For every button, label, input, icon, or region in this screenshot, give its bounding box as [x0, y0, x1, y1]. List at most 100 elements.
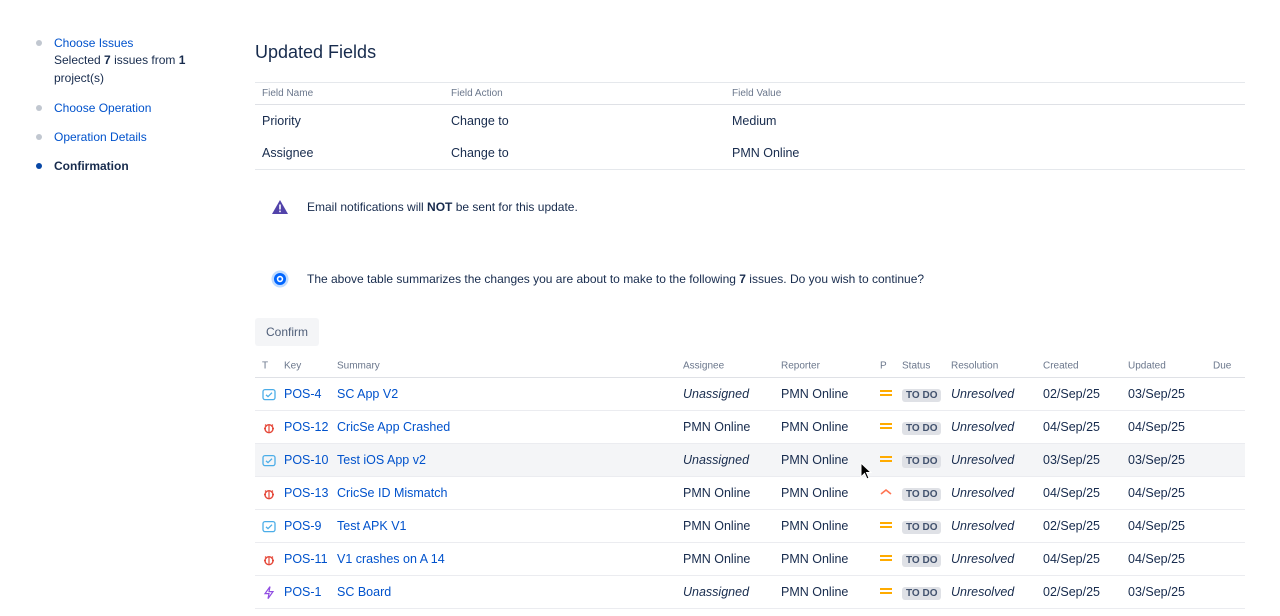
step-label[interactable]: Choose Operation [54, 101, 224, 116]
issue-resolution: Unresolved [951, 519, 1015, 533]
step-choose-operation[interactable]: Choose Operation [34, 101, 224, 116]
confirm-button[interactable]: Confirm [255, 318, 319, 346]
task-icon [262, 387, 276, 402]
issue-resolution: Unresolved [951, 453, 1015, 467]
issue-updated: 04/Sep/25 [1128, 420, 1185, 434]
header-key[interactable]: Key [284, 360, 301, 371]
status-lozenge: TO DO [902, 488, 942, 501]
header-field-value: Field Value [732, 88, 782, 99]
status-lozenge: TO DO [902, 521, 942, 534]
updated-fields-table: Field Name Field Action Field Value Prio… [255, 82, 1245, 170]
email-notice: Email notifications will NOT be sent for… [255, 198, 578, 216]
issue-reporter: PMN Online [781, 519, 849, 533]
header-updated[interactable]: Updated [1128, 360, 1166, 371]
header-summary[interactable]: Summary [337, 360, 380, 371]
status-lozenge: TO DO [902, 389, 942, 402]
issue-created: 02/Sep/25 [1043, 387, 1100, 401]
task-icon [262, 453, 276, 468]
priority-medium-icon [880, 453, 892, 467]
issue-summary-link[interactable]: CricSe App Crashed [337, 420, 450, 434]
issue-key-link[interactable]: POS-13 [284, 486, 328, 500]
step-confirmation: Confirmation [34, 159, 224, 174]
issue-summary-link[interactable]: CricSe ID Mismatch [337, 486, 447, 500]
issue-assignee: PMN Online [683, 486, 751, 500]
issue-reporter: PMN Online [781, 585, 849, 599]
issue-updated: 03/Sep/25 [1128, 387, 1185, 401]
info-icon [271, 270, 289, 288]
issue-rows: POS-4 SC App V2 Unassigned PMN Online TO DO U… [255, 378, 1245, 609]
table-row[interactable]: POS-4 SC App V2 Unassigned PMN Online TO DO U… [255, 378, 1245, 411]
warning-icon [271, 198, 289, 216]
issue-assignee: PMN Online [683, 519, 751, 533]
table-row[interactable]: POS-13 CricSe ID Mismatch PMN Online PMN On… [255, 477, 1245, 510]
header-created[interactable]: Created [1043, 360, 1079, 371]
issue-resolution: Unresolved [951, 552, 1015, 566]
header-field-action: Field Action [451, 88, 503, 99]
issue-resolution: Unresolved [951, 585, 1015, 599]
step-operation-details[interactable]: Operation Details [34, 130, 224, 145]
step-choose-issues[interactable]: Choose Issues Selected 7 issues from 1 p… [34, 36, 224, 87]
table-row[interactable]: POS-11 V1 crashes on A 14 PMN Online PMN On… [255, 543, 1245, 576]
issue-resolution: Unresolved [951, 420, 1015, 434]
field-name: Assignee [262, 146, 314, 160]
table-row[interactable]: POS-1 SC Board Unassigned PMN Online TO DO Un… [255, 576, 1245, 609]
step-dot [36, 105, 42, 111]
issue-updated: 04/Sep/25 [1128, 486, 1185, 500]
issues-table: T Key Summary Assignee Reporter P Status… [255, 354, 1245, 609]
header-assignee[interactable]: Assignee [683, 360, 724, 371]
issue-created: 04/Sep/25 [1043, 420, 1100, 434]
header-reporter[interactable]: Reporter [781, 360, 820, 371]
issue-key-link[interactable]: POS-10 [284, 453, 328, 467]
header-resolution[interactable]: Resolution [951, 360, 998, 371]
issue-updated: 03/Sep/25 [1128, 453, 1185, 467]
issue-key-link[interactable]: POS-11 [284, 552, 328, 566]
step-selection-summary: Selected 7 issues from 1 project(s) [54, 53, 186, 85]
step-label[interactable]: Choose Issues [54, 36, 224, 51]
header-status[interactable]: Status [902, 360, 930, 371]
issue-key-link[interactable]: POS-4 [284, 387, 322, 401]
table-row[interactable]: POS-10 Test iOS App v2 Unassigned PMN Onlin… [255, 444, 1245, 477]
bug-icon [262, 552, 276, 567]
table-row: Assignee Change to PMN Online [255, 137, 1245, 169]
issue-reporter: PMN Online [781, 387, 849, 401]
bug-icon [262, 420, 276, 435]
summary-notice: The above table summarizes the changes y… [255, 270, 924, 288]
header-due[interactable]: Due [1213, 360, 1231, 371]
priority-medium-icon [880, 387, 892, 401]
table-header: Field Name Field Action Field Value [255, 83, 1245, 105]
bug-icon [262, 486, 276, 501]
mouse-cursor-icon [860, 461, 873, 483]
email-notice-text: Email notifications will NOT be sent for… [307, 200, 578, 214]
status-lozenge: TO DO [902, 587, 942, 600]
header-type[interactable]: T [262, 360, 268, 371]
issue-reporter: PMN Online [781, 552, 849, 566]
issue-updated: 04/Sep/25 [1128, 552, 1185, 566]
table-row: Priority Change to Medium [255, 105, 1245, 137]
priority-medium-icon [880, 585, 892, 599]
priority-medium-icon [880, 420, 892, 434]
header-field-name: Field Name [262, 88, 314, 99]
table-row[interactable]: POS-9 Test APK V1 PMN Online PMN Online TO D… [255, 510, 1245, 543]
issue-key-link[interactable]: POS-12 [284, 420, 328, 434]
step-label[interactable]: Operation Details [54, 130, 224, 145]
summary-notice-text: The above table summarizes the changes y… [307, 272, 925, 286]
issue-created: 04/Sep/25 [1043, 486, 1100, 500]
issue-summary-link[interactable]: SC App V2 [337, 387, 398, 401]
issue-assignee: PMN Online [683, 420, 751, 434]
task-icon [262, 519, 276, 534]
header-priority[interactable]: P [880, 360, 887, 371]
issue-resolution: Unresolved [951, 486, 1015, 500]
issue-summary-link[interactable]: SC Board [337, 585, 391, 599]
issue-summary-link[interactable]: Test APK V1 [337, 519, 406, 533]
field-action: Change to [451, 114, 509, 128]
issue-key-link[interactable]: POS-1 [284, 585, 322, 599]
issue-key-link[interactable]: POS-9 [284, 519, 322, 533]
issue-assignee: Unassigned [683, 453, 750, 467]
issue-summary-link[interactable]: V1 crashes on A 14 [337, 552, 445, 566]
issue-created: 02/Sep/25 [1043, 519, 1100, 533]
table-row[interactable]: POS-12 CricSe App Crashed PMN Online PMN On… [255, 411, 1245, 444]
field-value: Medium [732, 114, 777, 128]
step-dot [36, 134, 42, 140]
issue-summary-link[interactable]: Test iOS App v2 [337, 453, 426, 467]
step-dot [36, 40, 42, 46]
